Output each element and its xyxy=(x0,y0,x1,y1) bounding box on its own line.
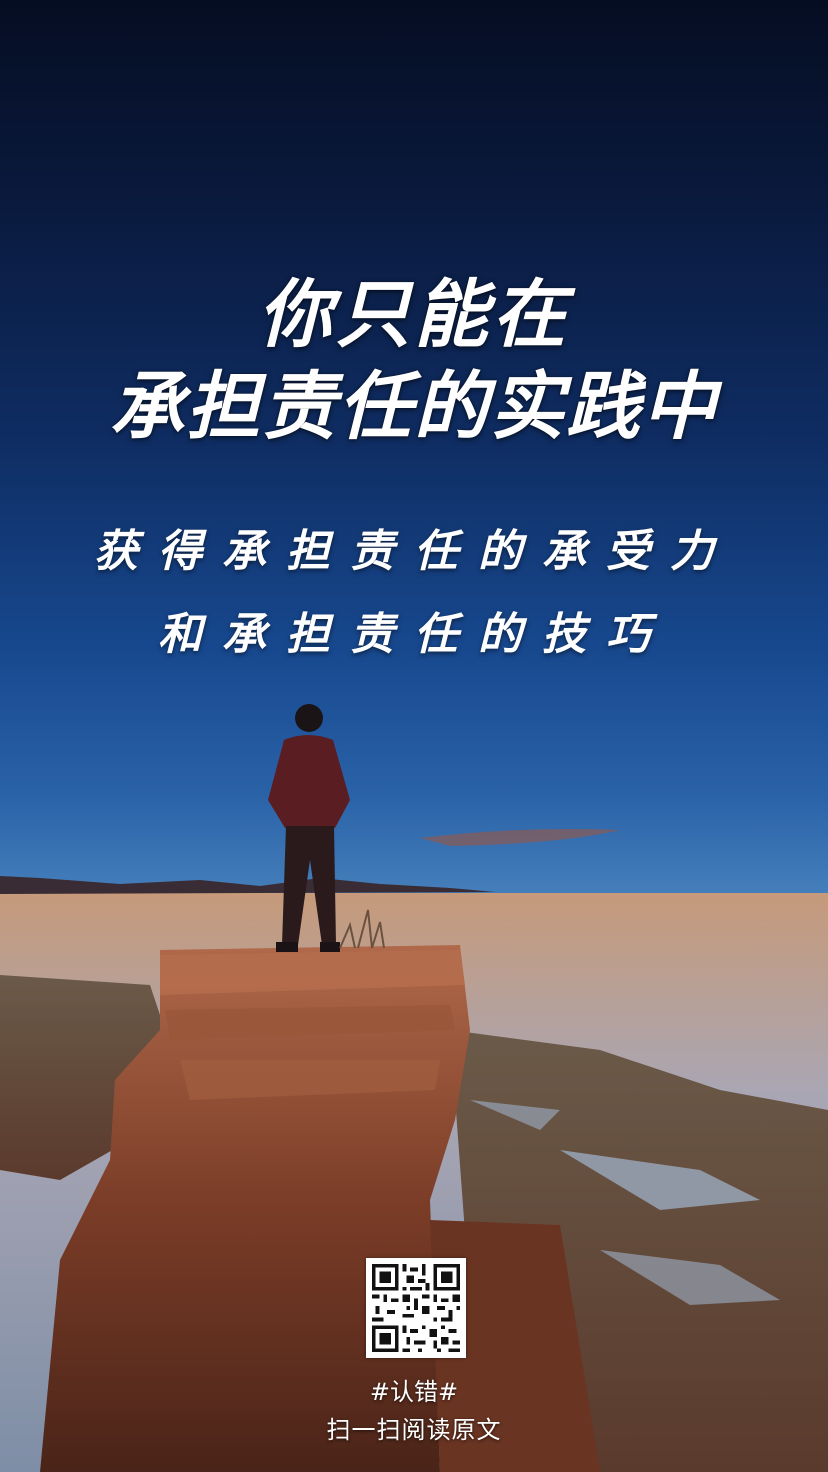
qr-code-icon[interactable] xyxy=(366,1258,466,1358)
scan-to-read-link[interactable]: 扫一扫阅读原文 xyxy=(0,1410,828,1445)
subheadline-line-1: 获得承担责任的承受力 xyxy=(94,526,734,577)
subheadline-line-2: 和承担责任的技巧 xyxy=(158,609,670,660)
headline-line-1: 你只能在 xyxy=(258,272,570,358)
sunset-scene xyxy=(0,704,828,1472)
hashtag: #认错# xyxy=(369,1378,459,1406)
qr-code-pattern xyxy=(368,1260,464,1356)
headline-line-2: 承担责任的实践中 xyxy=(110,364,718,450)
horizon-cloud xyxy=(420,829,620,846)
distant-hills xyxy=(0,876,495,894)
poster: 你只能在 承担责任的实践中 获得承担责任的承受力 和承担责任的技巧 #认错# 扫… xyxy=(0,0,828,1472)
